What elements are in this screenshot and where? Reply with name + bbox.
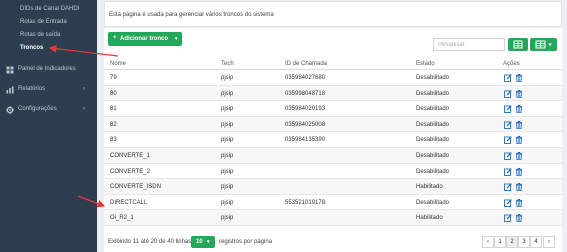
annotation-arrow-directcall bbox=[77, 195, 106, 208]
annotation-arrow-troncos bbox=[48, 44, 119, 57]
annotation-arrows bbox=[48, 44, 119, 208]
